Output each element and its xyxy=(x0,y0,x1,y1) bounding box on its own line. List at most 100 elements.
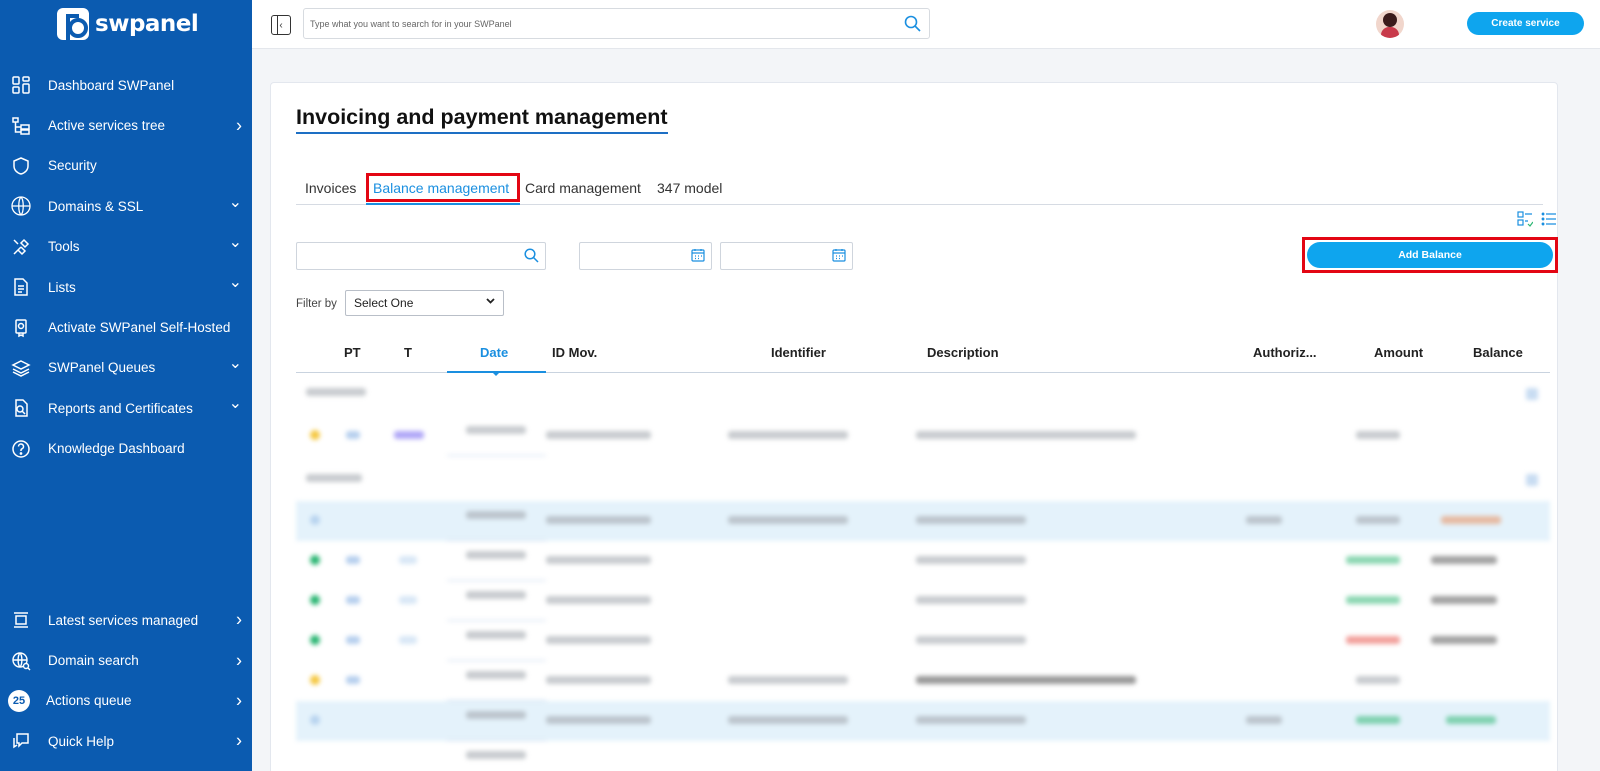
group-header-placeholder xyxy=(306,474,362,482)
create-service-button[interactable]: Create service xyxy=(1467,12,1584,35)
table-row[interactable] xyxy=(296,416,1550,456)
document-icon xyxy=(10,276,32,298)
sidebar-item-domains-ssl[interactable]: Domains & SSL ⌄ xyxy=(0,186,252,226)
chevron-right-icon: › xyxy=(236,609,242,630)
main-nav: Dashboard SWPanel Active services tree ›… xyxy=(0,65,252,469)
globe-search-icon xyxy=(10,650,32,672)
sidebar-item-label: Security xyxy=(48,158,97,174)
tab-invoices[interactable]: Invoices xyxy=(305,180,356,196)
table-body-obscured xyxy=(296,376,1550,771)
tabs: Invoices Balance management Card managem… xyxy=(296,169,1543,205)
chevron-down-icon xyxy=(485,295,496,309)
sidebar-item-label: Tools xyxy=(48,239,80,255)
sidebar-item-label: Quick Help xyxy=(48,733,115,749)
chevron-right-icon: › xyxy=(236,690,242,711)
table-row[interactable] xyxy=(296,661,1550,701)
global-search-input[interactable] xyxy=(304,9,884,38)
chevron-down-icon: ⌄ xyxy=(228,193,242,211)
report-icon xyxy=(10,397,32,419)
sidebar-item-quick-help[interactable]: Quick Help › xyxy=(0,721,252,761)
chevron-right-icon: › xyxy=(236,730,242,751)
shield-icon xyxy=(10,155,32,177)
calendar-icon[interactable] xyxy=(691,248,705,267)
tab-highlight-box xyxy=(366,173,520,202)
sidebar-item-label: Actions queue xyxy=(46,693,132,709)
column-header-balance[interactable]: Balance xyxy=(1473,345,1523,360)
date-from-field xyxy=(579,242,712,270)
sidebar-item-queues[interactable]: SWPanel Queues ⌄ xyxy=(0,348,252,388)
filter-select-value: Select One xyxy=(354,296,414,310)
column-header-description[interactable]: Description xyxy=(927,345,999,360)
sidebar-item-label: Reports and Certificates xyxy=(48,400,193,416)
add-balance-button[interactable]: Add Balance xyxy=(1307,242,1553,268)
bottom-nav: Latest services managed › Domain search … xyxy=(0,600,252,762)
search-icon[interactable] xyxy=(524,248,539,268)
column-header-pt[interactable]: PT xyxy=(344,345,361,360)
sidebar-item-label: Activate SWPanel Self-Hosted xyxy=(48,320,231,336)
avatar[interactable] xyxy=(1376,10,1404,38)
collapse-sidebar-icon[interactable]: ‹ xyxy=(271,15,291,35)
table-row[interactable] xyxy=(296,741,1550,771)
table-row[interactable] xyxy=(296,541,1550,581)
dashboard-icon xyxy=(10,74,32,96)
filter-label: Filter by xyxy=(296,298,337,310)
sidebar-item-label: Dashboard SWPanel xyxy=(48,77,175,93)
tab-card-management[interactable]: Card management xyxy=(525,180,641,196)
tools-icon xyxy=(10,236,32,258)
date-to-field xyxy=(720,242,853,270)
main-card: Invoicing and payment management Invoice… xyxy=(270,82,1558,771)
column-header-t[interactable]: T xyxy=(404,345,412,360)
sidebar-item-lists[interactable]: Lists ⌄ xyxy=(0,267,252,307)
sidebar-item-active-services[interactable]: Active services tree › xyxy=(0,105,252,145)
sidebar-item-label: Knowledge Dashboard xyxy=(48,441,185,457)
calendar-icon[interactable] xyxy=(832,248,846,267)
certificate-icon xyxy=(10,317,32,339)
column-header-identifier[interactable]: Identifier xyxy=(771,345,826,360)
table-row[interactable] xyxy=(296,621,1550,661)
table-row[interactable] xyxy=(296,501,1550,541)
globe-www-icon xyxy=(10,195,32,217)
view-toggle xyxy=(1517,211,1557,232)
sidebar-item-actions-queue[interactable]: 25 Actions queue › xyxy=(0,681,252,721)
logo[interactable]: swpanel xyxy=(57,8,199,40)
group-toggle-icon xyxy=(1526,474,1538,486)
global-search xyxy=(303,8,930,39)
column-header-amount[interactable]: Amount xyxy=(1374,345,1423,360)
swpanel-logo-icon xyxy=(57,8,89,40)
grid-check-view-icon[interactable] xyxy=(1517,211,1534,232)
table-search-input[interactable] xyxy=(297,243,545,269)
sidebar-item-reports[interactable]: Reports and Certificates ⌄ xyxy=(0,388,252,428)
chevron-down-icon: ⌄ xyxy=(228,233,242,251)
active-tab-indicator xyxy=(366,203,520,205)
sidebar-item-domain-search[interactable]: Domain search › xyxy=(0,640,252,680)
actions-count-badge: 25 xyxy=(8,689,30,712)
sidebar-item-self-hosted[interactable]: Activate SWPanel Self-Hosted xyxy=(0,307,252,347)
chevron-right-icon: › xyxy=(236,115,242,136)
table-header: PT T Date ID Mov. Identifier Description… xyxy=(296,333,1550,376)
tree-icon xyxy=(10,115,32,137)
chevron-down-icon: ⌄ xyxy=(228,395,242,413)
sidebar-item-label: Domains & SSL xyxy=(48,198,144,214)
sidebar-item-tools[interactable]: Tools ⌄ xyxy=(0,227,252,267)
table-row[interactable] xyxy=(296,701,1550,741)
column-header-id-mov[interactable]: ID Mov. xyxy=(552,345,597,360)
tab-347-model[interactable]: 347 model xyxy=(657,180,722,196)
search-icon[interactable] xyxy=(904,15,921,37)
table-search-field xyxy=(296,242,546,270)
chat-icon xyxy=(10,730,32,752)
sidebar-item-label: Lists xyxy=(48,279,76,295)
help-circle-icon xyxy=(10,438,32,460)
column-header-authorized[interactable]: Authoriz... xyxy=(1253,345,1317,360)
table-row[interactable] xyxy=(296,581,1550,621)
column-header-date[interactable]: Date xyxy=(480,345,508,360)
topbar: ‹ Create service xyxy=(252,0,1600,49)
sidebar-item-security[interactable]: Security xyxy=(0,146,252,186)
chevron-right-icon: › xyxy=(236,650,242,671)
sidebar-item-knowledge[interactable]: Knowledge Dashboard xyxy=(0,429,252,469)
sidebar-item-label: Active services tree xyxy=(48,118,166,134)
filter-select[interactable]: Select One xyxy=(345,290,504,316)
sidebar-item-dashboard[interactable]: Dashboard SWPanel xyxy=(0,65,252,105)
page-title: Invoicing and payment management xyxy=(296,105,668,134)
list-view-icon[interactable] xyxy=(1541,211,1557,232)
sidebar-item-latest-services[interactable]: Latest services managed › xyxy=(0,600,252,640)
